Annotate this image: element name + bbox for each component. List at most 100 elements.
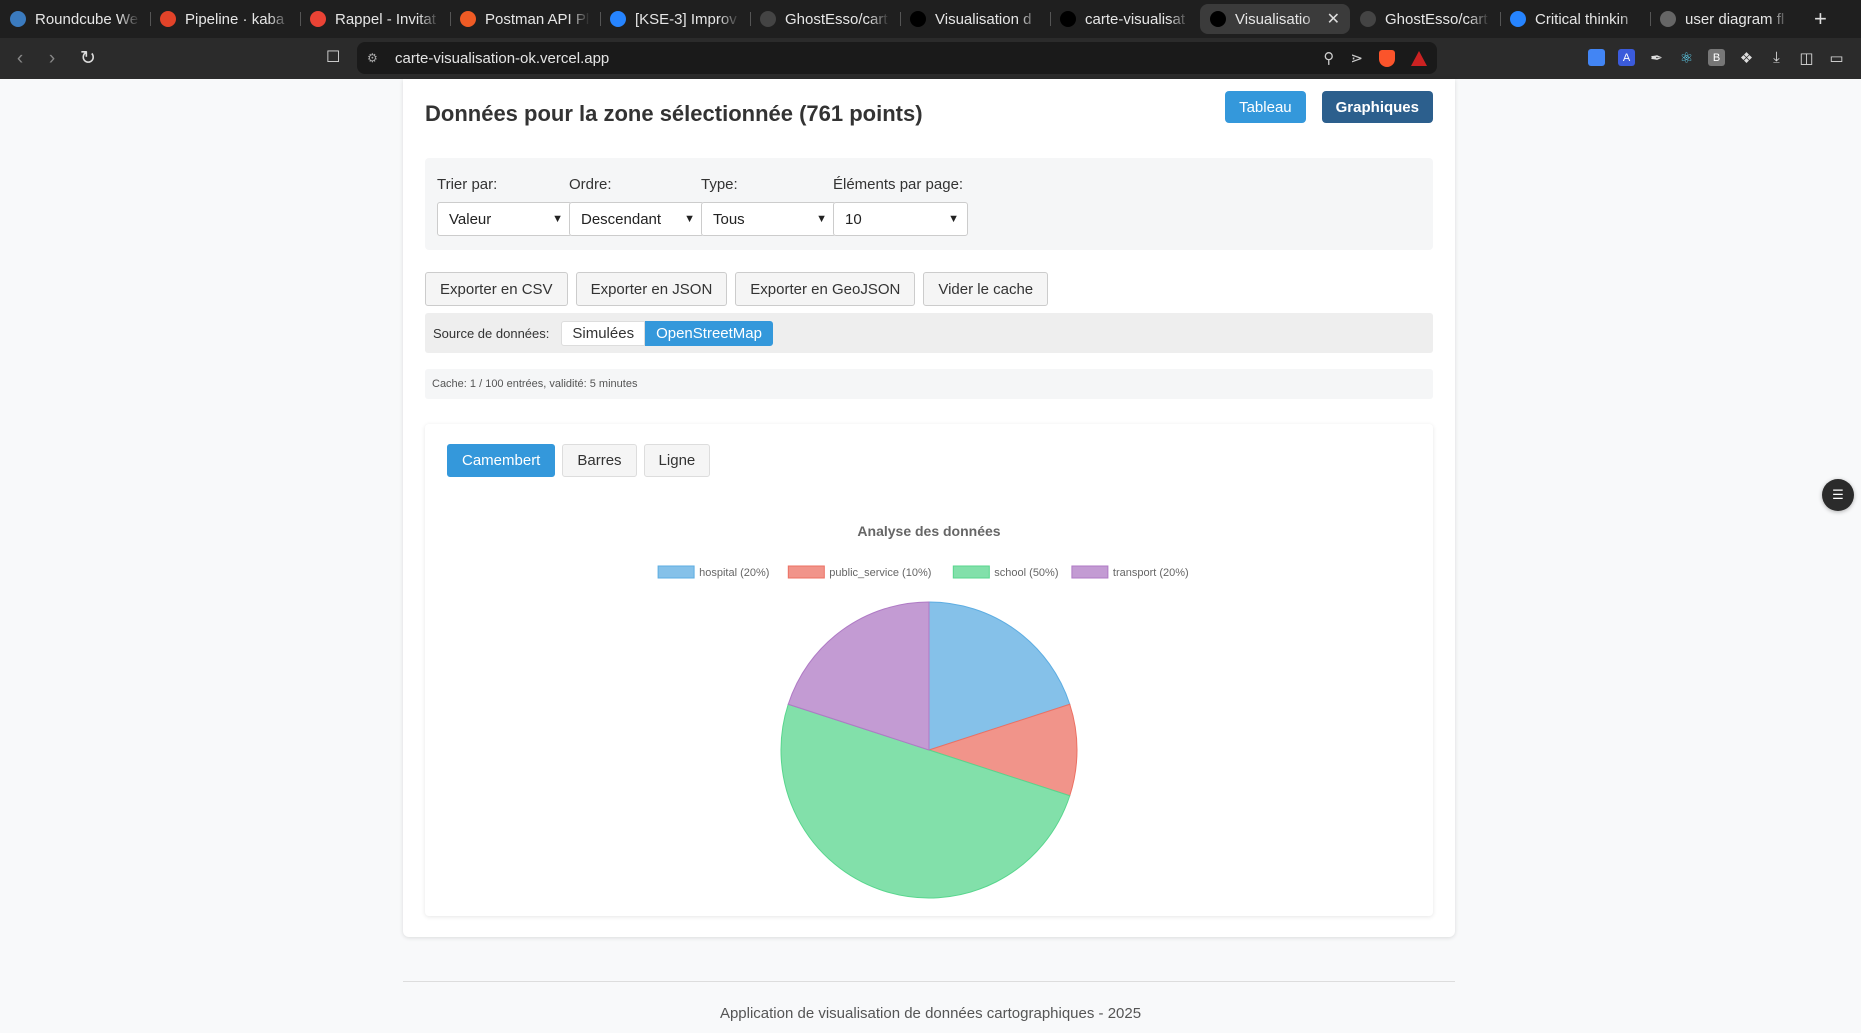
back-icon[interactable]: ‹ xyxy=(8,48,32,70)
sort-select[interactable]: Valeur ▼ xyxy=(437,202,572,236)
view-toggle: Tableau Graphiques xyxy=(1225,91,1433,123)
browser-toolbar: ‹ › ↻ ☐ ⚙ carte-visualisation-ok.vercel.… xyxy=(0,38,1861,79)
tableau-button[interactable]: Tableau xyxy=(1225,91,1306,123)
browser-tab[interactable]: Visualisatio ✕ xyxy=(1200,4,1350,34)
sidebar-icon[interactable]: ◫ xyxy=(1798,49,1815,67)
pie-chart: Analyse des données hospital (20%) public… xyxy=(657,523,1189,899)
vercel-icon xyxy=(1210,11,1226,27)
browser-tab[interactable]: Rappel - Invitat xyxy=(300,4,450,34)
tab-title: Postman API Pl xyxy=(485,10,590,28)
download-icon[interactable]: ⤓ xyxy=(1768,49,1785,66)
chevron-down-icon: ▼ xyxy=(552,213,563,225)
extensions-puzzle-icon[interactable]: ❖ xyxy=(1738,49,1755,67)
browser-tab[interactable]: GhostEsso/cart xyxy=(1350,4,1500,34)
browser-tab[interactable]: Pipeline · kaba xyxy=(150,4,300,34)
jira-icon xyxy=(610,11,626,27)
brave-shields-icon[interactable] xyxy=(1379,49,1395,67)
legend-label[interactable]: public_service (10%) xyxy=(829,567,931,579)
globe-icon xyxy=(1660,11,1676,27)
site-settings-icon[interactable]: ⚙ xyxy=(367,51,381,65)
gitlab-icon xyxy=(160,11,176,27)
reload-icon[interactable]: ↻ xyxy=(76,47,100,70)
tab-title: [KSE-3] Improv xyxy=(635,10,737,28)
order-label: Ordre: xyxy=(569,176,612,193)
chevron-down-icon: ▼ xyxy=(816,213,827,225)
chevron-down-icon: ▼ xyxy=(684,213,695,225)
tab-title: Roundcube We xyxy=(35,10,139,28)
order-select[interactable]: Descendant ▼ xyxy=(569,202,704,236)
browser-tab-strip: Roundcube We Pipeline · kaba Rappel - Invi… xyxy=(0,0,1861,38)
legend-swatch[interactable] xyxy=(952,565,990,579)
graphiques-button[interactable]: Graphiques xyxy=(1321,91,1433,123)
floating-menu-icon[interactable]: ☰ xyxy=(1822,479,1854,511)
pie-slices xyxy=(780,601,1078,899)
browser-tab[interactable]: Roundcube We xyxy=(0,4,150,34)
zoom-icon[interactable]: ⚲ xyxy=(1323,49,1334,67)
brave-rewards-icon[interactable] xyxy=(1411,50,1427,66)
cache-info: Cache: 1 / 100 entrées, validité: 5 minu… xyxy=(425,369,1433,399)
per-page-filter: Éléments par page: 10 ▼ xyxy=(833,176,968,236)
eyedropper-extension-icon[interactable]: ✒ xyxy=(1648,49,1665,67)
react-devtools-icon[interactable]: ⚛ xyxy=(1678,49,1695,67)
per-page-select[interactable]: 10 ▼ xyxy=(833,202,968,236)
simulated-source-button[interactable]: Simulées xyxy=(561,320,646,346)
legend-swatch[interactable] xyxy=(657,565,695,579)
legend-label[interactable]: school (50%) xyxy=(994,567,1058,579)
type-label: Type: xyxy=(701,176,738,193)
export-actions: Exporter en CSV Exporter en JSON Exporte… xyxy=(425,272,1049,306)
footer-divider xyxy=(403,981,1455,982)
clear-cache-button[interactable]: Vider le cache xyxy=(923,272,1049,306)
chevron-down-icon: ▼ xyxy=(948,213,959,225)
data-source-bar: Source de données: Simulées OpenStreetMa… xyxy=(425,313,1433,353)
bookmark-icon[interactable]: ☐ xyxy=(326,47,340,67)
chart-title: Analyse des données xyxy=(857,523,1000,539)
confluence-icon xyxy=(1510,11,1526,27)
osm-source-button[interactable]: OpenStreetMap xyxy=(645,320,773,346)
tab-title: GhostEsso/cart xyxy=(1385,10,1488,28)
legend-label[interactable]: hospital (20%) xyxy=(699,567,769,579)
docs-extension-icon[interactable] xyxy=(1588,49,1605,66)
chart-legend: hospital (20%) public_service (10%) school… xyxy=(657,565,1189,579)
postman-icon xyxy=(460,11,476,27)
browser-tab[interactable]: Visualisation d xyxy=(900,4,1050,34)
tab-title: Critical thinkin xyxy=(1535,10,1629,28)
export-json-button[interactable]: Exporter en JSON xyxy=(575,272,728,306)
translate-extension-icon[interactable]: A xyxy=(1618,49,1635,66)
browser-tab[interactable]: GhostEsso/cart xyxy=(750,4,900,34)
vercel-icon xyxy=(1060,11,1076,27)
legend-label[interactable]: transport (20%) xyxy=(1113,567,1189,579)
tab-title: Visualisation d xyxy=(935,10,1032,28)
url-text[interactable]: carte-visualisation-ok.vercel.app xyxy=(395,50,609,67)
github-icon xyxy=(760,11,776,27)
b-extension-icon[interactable]: B xyxy=(1708,49,1725,66)
type-value: Tous xyxy=(713,210,745,228)
legend-swatch[interactable] xyxy=(787,565,825,579)
new-tab-icon[interactable]: + xyxy=(1814,6,1827,32)
address-bar[interactable]: ⚙ carte-visualisation-ok.vercel.app ⚲ ⋗ xyxy=(357,42,1437,74)
tab-title: user diagram fl xyxy=(1685,10,1785,28)
browser-tab[interactable]: user diagram fl xyxy=(1650,4,1800,34)
browser-tab[interactable]: [KSE-3] Improv xyxy=(600,4,750,34)
browser-tab[interactable]: Critical thinkin xyxy=(1500,4,1650,34)
type-select[interactable]: Tous ▼ xyxy=(701,202,836,236)
vercel-icon xyxy=(910,11,926,27)
forward-icon[interactable]: › xyxy=(40,48,64,70)
type-filter: Type: Tous ▼ xyxy=(701,176,836,236)
tab-title: Pipeline · kaba xyxy=(185,10,285,28)
page-title: Données pour la zone sélectionnée (761 p… xyxy=(425,101,923,126)
github-icon xyxy=(1360,11,1376,27)
browser-tab[interactable]: Postman API Pl xyxy=(450,4,600,34)
sort-label: Trier par: xyxy=(437,176,498,193)
sort-filter: Trier par: Valeur ▼ xyxy=(437,176,572,236)
chart-panel: Camembert Barres Ligne Analyse des donné… xyxy=(425,424,1433,916)
sort-value: Valeur xyxy=(449,210,492,228)
data-panel: Données pour la zone sélectionnée (761 p… xyxy=(403,79,1455,937)
export-csv-button[interactable]: Exporter en CSV xyxy=(425,272,568,306)
per-page-value: 10 xyxy=(845,210,862,228)
wallet-icon[interactable]: ▭ xyxy=(1828,49,1845,67)
close-icon[interactable]: ✕ xyxy=(1327,9,1340,29)
browser-tab[interactable]: carte-visualisat xyxy=(1050,4,1200,34)
export-geojson-button[interactable]: Exporter en GeoJSON xyxy=(735,272,916,306)
legend-swatch[interactable] xyxy=(1071,565,1109,579)
share-icon[interactable]: ⋗ xyxy=(1350,49,1363,67)
